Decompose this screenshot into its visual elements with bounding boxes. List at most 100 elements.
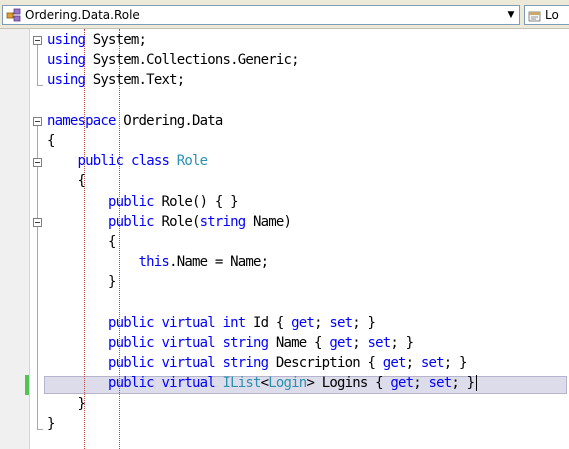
keyword-token: public bbox=[77, 153, 125, 170]
class-icon bbox=[6, 8, 22, 23]
code-token: { bbox=[47, 234, 116, 250]
code-line[interactable]: { bbox=[47, 131, 55, 151]
type-token: IList bbox=[222, 375, 262, 392]
outline-line bbox=[37, 167, 38, 219]
keyword-token: virtual bbox=[161, 314, 215, 331]
keyword-token: namespace bbox=[47, 112, 116, 129]
keyword-token: virtual bbox=[161, 375, 215, 392]
keyword-token: public bbox=[108, 375, 155, 392]
keyword-token: string bbox=[222, 335, 270, 351]
code-token: ; bbox=[314, 314, 330, 331]
code-line[interactable]: { bbox=[47, 232, 116, 252]
code-token: ; } bbox=[352, 314, 376, 331]
code-token: } bbox=[47, 395, 86, 412]
code-token: Ordering.Data bbox=[115, 112, 223, 129]
code-line[interactable]: { bbox=[47, 171, 86, 191]
code-token: System.Text; bbox=[85, 72, 185, 89]
code-token: System; bbox=[85, 32, 147, 48]
keyword-token: set bbox=[420, 355, 445, 372]
member-dropdown-value: Lo bbox=[545, 8, 559, 22]
code-line[interactable]: using System.Text; bbox=[47, 70, 185, 90]
outline-line bbox=[37, 227, 38, 429]
code-token: Role( bbox=[153, 213, 200, 230]
code-line[interactable]: } bbox=[47, 272, 116, 292]
code-line[interactable]: public Role(string Name) bbox=[47, 212, 292, 232]
code-line-current[interactable]: public virtual IList<Login> Logins { get… bbox=[47, 373, 478, 393]
code-editor[interactable]: using System; using System.Collections.Ge… bbox=[0, 29, 569, 449]
code-line[interactable]: public virtual int Id { get; set; } bbox=[47, 313, 376, 333]
code-token: .Name = Name; bbox=[169, 254, 269, 271]
code-token: ; bbox=[413, 375, 429, 392]
code-line[interactable]: } bbox=[47, 414, 55, 434]
code-token: ; } bbox=[390, 335, 414, 351]
navigation-bar: Ordering.Data.Role ▼ Lo bbox=[0, 0, 569, 29]
keyword-token: get bbox=[291, 314, 315, 331]
code-token: System.Collections.Generic; bbox=[85, 52, 300, 69]
code-line[interactable]: } bbox=[47, 394, 86, 414]
code-line[interactable]: public virtual string Name { get; set; } bbox=[47, 333, 414, 353]
type-dropdown-value: Ordering.Data.Role bbox=[25, 8, 140, 22]
collapse-icon[interactable] bbox=[33, 36, 42, 45]
keyword-token: string bbox=[222, 355, 270, 372]
member-dropdown[interactable]: Lo bbox=[524, 5, 569, 25]
code-token: } bbox=[47, 415, 55, 432]
outline-line bbox=[37, 45, 38, 85]
chevron-down-icon[interactable]: ▼ bbox=[504, 7, 518, 23]
keyword-token: get bbox=[382, 355, 407, 372]
keyword-token: public bbox=[108, 193, 155, 210]
type-token: Login bbox=[268, 375, 307, 392]
code-token: ; } bbox=[451, 375, 475, 392]
change-tracking-marker bbox=[25, 375, 29, 395]
code-line[interactable]: public Role() { } bbox=[47, 192, 239, 212]
keyword-token: class bbox=[130, 153, 170, 170]
code-token: > Logins { bbox=[306, 375, 391, 392]
keyword-token: public bbox=[108, 213, 155, 230]
collapse-icon[interactable] bbox=[33, 218, 42, 227]
code-token: Id { bbox=[245, 314, 292, 331]
keyword-token: set bbox=[428, 375, 453, 392]
code-line[interactable]: namespace Ordering.Data bbox=[47, 111, 223, 131]
code-token: Description { bbox=[268, 355, 383, 372]
keyword-token: virtual bbox=[161, 335, 215, 351]
code-token: Role() { } bbox=[153, 193, 238, 210]
code-line[interactable]: using System.Collections.Generic; bbox=[47, 50, 300, 70]
outline-end bbox=[37, 85, 43, 86]
collapse-icon[interactable] bbox=[33, 158, 42, 167]
code-line[interactable]: public class Role bbox=[47, 151, 209, 171]
type-token: Role bbox=[176, 153, 208, 170]
keyword-token: public bbox=[108, 335, 155, 351]
code-token: ; bbox=[405, 355, 421, 372]
keyword-token: public bbox=[108, 314, 155, 331]
code-token: ; bbox=[352, 335, 368, 351]
keyword-token: get bbox=[390, 375, 414, 392]
keyword-token: public bbox=[108, 355, 155, 372]
code-line[interactable]: public virtual string Description { get;… bbox=[47, 353, 467, 373]
text-cursor bbox=[476, 375, 478, 392]
code-token: ; } bbox=[443, 355, 468, 372]
keyword-token: string bbox=[199, 213, 247, 230]
code-line[interactable]: using System; bbox=[47, 30, 147, 50]
keyword-token: set bbox=[329, 314, 353, 331]
code-token: Name { bbox=[268, 335, 330, 351]
code-token: { bbox=[47, 173, 86, 190]
keyword-token: virtual bbox=[161, 355, 215, 372]
outline-end bbox=[37, 429, 43, 430]
type-dropdown[interactable]: Ordering.Data.Role ▼ bbox=[2, 5, 520, 25]
margin-divider bbox=[29, 29, 30, 449]
collapse-icon[interactable] bbox=[33, 117, 42, 126]
keyword-token: using bbox=[47, 32, 86, 48]
code-line[interactable]: this.Name = Name; bbox=[47, 252, 270, 272]
